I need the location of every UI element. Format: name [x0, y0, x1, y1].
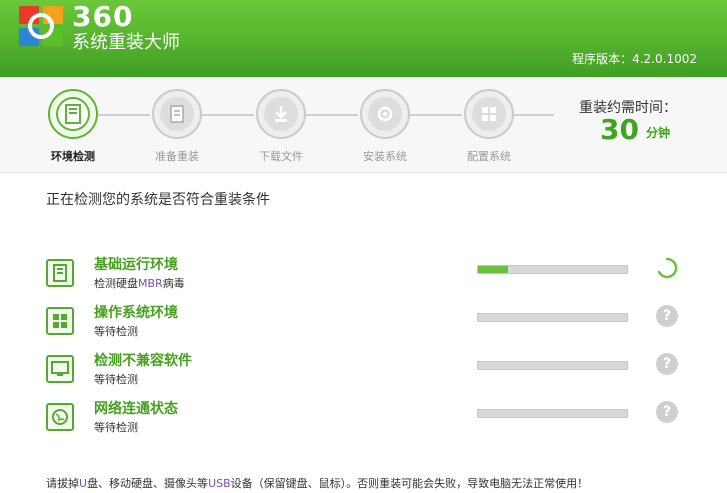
step-connector: [202, 114, 254, 116]
download-icon: [275, 106, 287, 122]
check-subtitle: 检测硬盘MBR病毒: [94, 277, 185, 290]
usb-warning: 请拔掉U盘、移动硬盘、摄像头等USB设备（保留键盘、鼠标）。否则重装可能会失败，…: [46, 477, 589, 490]
windows-icon: [46, 307, 74, 335]
step-configure: [464, 89, 514, 139]
check-subtitle: 等待检测: [94, 373, 138, 386]
check-subtitle: 等待检测: [94, 325, 138, 338]
check-title: 网络连通状态: [94, 401, 178, 417]
version-label: 程序版本：4.2.0.1002: [572, 52, 697, 66]
check-title: 检测不兼容软件: [94, 353, 192, 369]
progress-bar: [477, 313, 628, 322]
check-row-network: 网络连通状态 等待检测 ?: [46, 398, 686, 438]
progress-bar: [477, 409, 628, 418]
step-label: 环境检测: [51, 150, 95, 163]
page-title: 正在检测您的系统是否符合重装条件: [46, 192, 270, 208]
progress-fill: [478, 266, 508, 273]
step-connector: [98, 114, 150, 116]
step-label: 安装系统: [363, 150, 407, 163]
document-icon: [170, 105, 184, 123]
step-environment-check: [48, 89, 98, 139]
check-row-incompatible-software: 检测不兼容软件 等待检测 ?: [46, 350, 686, 390]
monitor-icon: [46, 355, 74, 383]
step-prepare: [152, 89, 202, 139]
logo-name: 系统重装大师: [72, 32, 180, 53]
windows-icon: [482, 107, 496, 121]
time-unit: 分钟: [646, 126, 671, 140]
step-label: 下载文件: [259, 150, 303, 163]
step-install: [360, 89, 410, 139]
check-row-basic-env: 基础运行环境 检测硬盘MBR病毒: [46, 254, 686, 294]
loading-spinner-icon: [657, 257, 678, 279]
check-title: 操作系统环境: [94, 305, 178, 321]
check-title: 基础运行环境: [94, 257, 178, 273]
time-value: 30: [600, 113, 639, 146]
step-label: 准备重装: [155, 150, 199, 163]
check-row-os-env: 操作系统环境 等待检测 ?: [46, 302, 686, 342]
progress-bar: [477, 265, 628, 274]
step-connector: [410, 114, 462, 116]
help-icon[interactable]: ?: [656, 353, 678, 375]
step-label: 配置系统: [467, 150, 511, 163]
help-icon[interactable]: ?: [656, 305, 678, 327]
pc-tower-icon: [65, 104, 81, 124]
progress-bar: [477, 361, 628, 370]
step-download: [256, 89, 306, 139]
app-header: 360 系统重装大师 程序版本：4.2.0.1002: [0, 0, 727, 77]
help-icon[interactable]: ?: [656, 401, 678, 423]
pc-tower-icon: [46, 259, 74, 287]
install-icon: [377, 106, 393, 122]
step-connector: [306, 114, 358, 116]
step-connector: [514, 114, 554, 116]
check-subtitle: 等待检测: [94, 421, 138, 434]
logo-icon: [19, 6, 63, 46]
globe-icon: [46, 403, 74, 431]
